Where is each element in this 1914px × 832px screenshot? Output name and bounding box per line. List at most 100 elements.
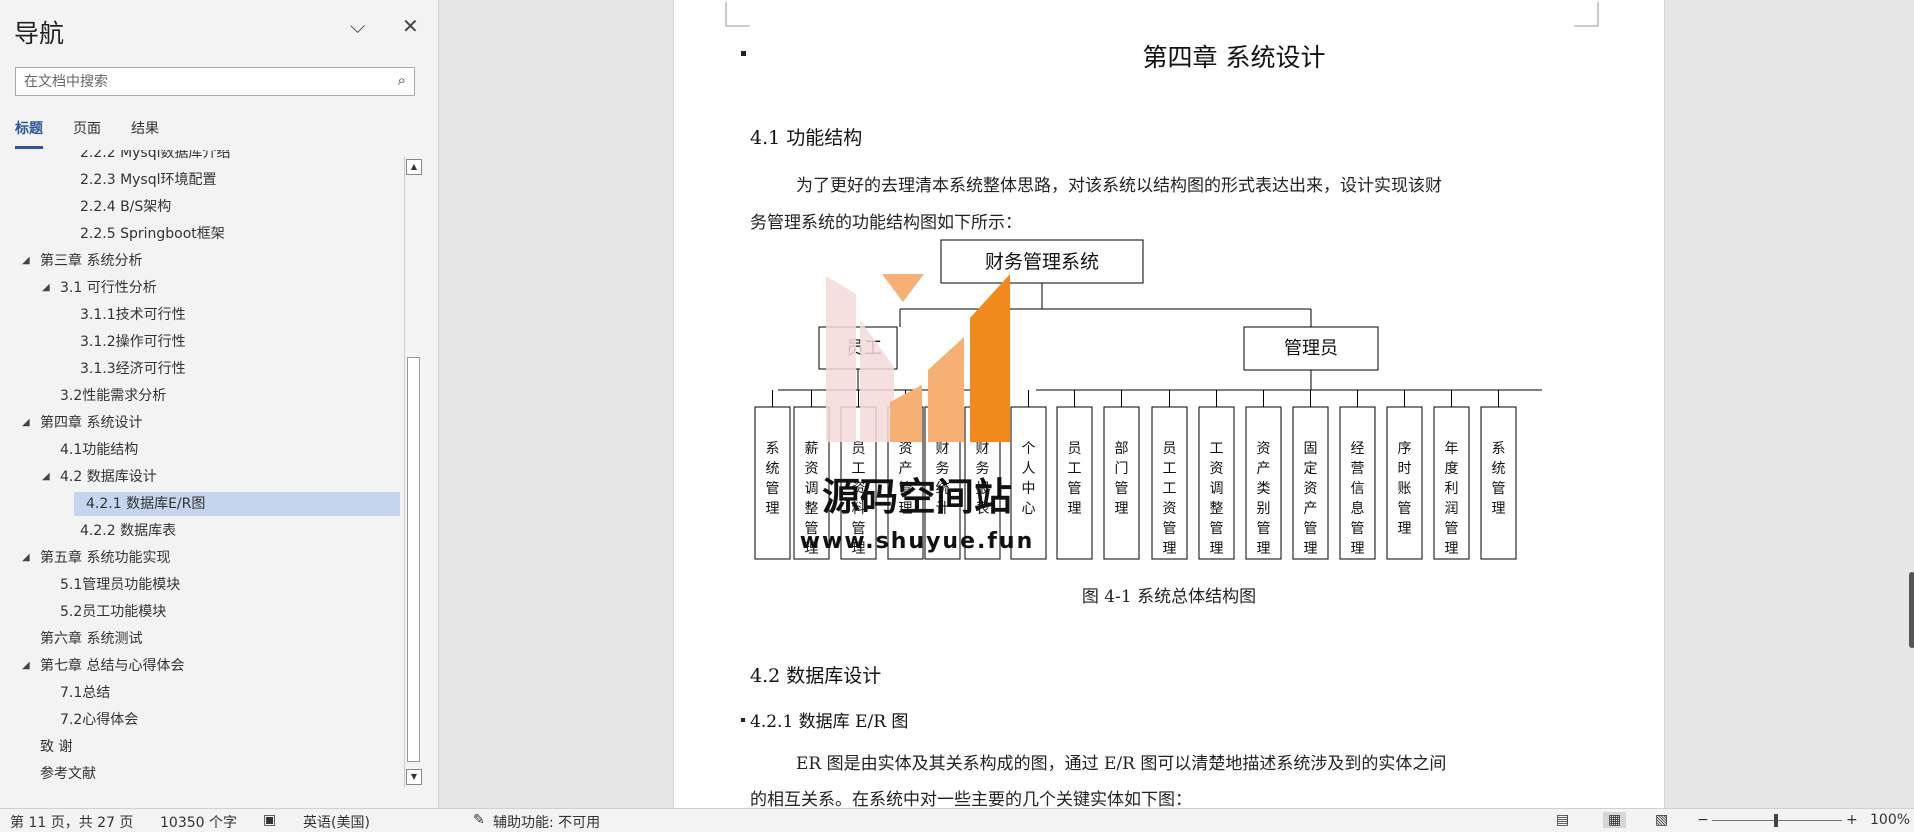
expand-caret-icon[interactable]: ◢	[42, 276, 52, 300]
nav-heading-item[interactable]: 2.2.5 Springboot框架	[0, 222, 404, 246]
nav-heading-item[interactable]: 4.2.2 数据库表	[0, 519, 404, 543]
watermark-bar	[890, 385, 922, 442]
watermark-bar	[970, 274, 1010, 442]
nav-heading-item[interactable]: 2.2.2 Mysql数据库介绍	[0, 150, 404, 165]
paragraph-2-line-2: 的相互关系。在系统中对一些主要的几个关键实体如下图：	[750, 790, 1192, 808]
nav-heading-label: 4.2.2 数据库表	[80, 523, 177, 539]
search-box: ⌕	[15, 67, 415, 96]
figure-caption: 图 4-1 系统总体结构图	[1082, 587, 1256, 607]
nav-heading-item[interactable]: 3.1.3经济可行性	[0, 357, 404, 381]
page-count[interactable]: 第 11 页，共 27 页	[10, 812, 133, 832]
nav-heading-item[interactable]: 7.1总结	[0, 681, 404, 705]
tab-results[interactable]: 结果	[131, 118, 159, 149]
paragraph-1-line-1: 为了更好的去理清本系统整体思路，对该系统以结构图的形式表达出来，设计实现该财	[796, 176, 1442, 196]
nav-heading-label: 第六章 系统测试	[40, 631, 143, 647]
nav-heading-label: 5.2员工功能模块	[60, 604, 167, 620]
nav-heading-label: 3.1 可行性分析	[60, 280, 157, 296]
word-count[interactable]: 10350 个字	[160, 812, 237, 832]
nav-heading-item[interactable]: 2.2.3 Mysql环境配置	[0, 168, 404, 192]
side-handle[interactable]	[1909, 572, 1914, 648]
proofing-icon[interactable]: ▣	[263, 812, 276, 828]
paragraph-1-line-2: 务管理系统的功能结构图如下所示：	[750, 213, 1022, 233]
nav-heading-item[interactable]: ◢ 第三章 系统分析	[0, 249, 404, 273]
nav-heading-item[interactable]: 2.2.4 B/S架构	[0, 195, 404, 219]
section-4-1-title: 4.1 功能结构	[750, 127, 862, 149]
nav-heading-item[interactable]: 第六章 系统测试	[0, 627, 404, 651]
zoom-level[interactable]: 100%	[1870, 812, 1910, 828]
nav-heading-label: 4.1功能结构	[60, 442, 139, 458]
chevron-down-icon[interactable]: ⌵	[350, 14, 365, 38]
expand-caret-icon[interactable]: ◢	[22, 654, 32, 678]
watermark-url: www.shuyue.fun	[800, 529, 1035, 554]
nav-title: 导航	[14, 19, 65, 48]
navigation-pane: 导航 ⌵ ✕ ⌕ 标题 页面 结果 2.2.2 Mysql数据库介绍 2.2.3 …	[0, 0, 439, 808]
section-4-2-1-title: 4.2.1 数据库 E/R 图	[750, 712, 908, 732]
print-layout-icon[interactable]: ▦	[1603, 812, 1627, 828]
tab-headings[interactable]: 标题	[15, 118, 43, 149]
nav-heading-item[interactable]: 致 谢	[0, 735, 404, 759]
expand-caret-icon[interactable]: ◢	[22, 546, 32, 570]
watermark-title: 源码空间站	[822, 475, 1012, 519]
search-input[interactable]	[16, 68, 392, 95]
page-content: 第四章 系统设计 4.1 功能结构 为了更好的去理清本系统整体思路，对该系统以结…	[725, 2, 1599, 808]
nav-heading-label: 3.1.3经济可行性	[80, 361, 186, 377]
nav-heading-label: 3.2性能需求分析	[60, 388, 167, 404]
nav-heading-item[interactable]: 4.2.1 数据库E/R图	[74, 492, 400, 516]
nav-heading-label: 第七章 总结与心得体会	[40, 658, 185, 674]
scroll-up-icon[interactable]: ▲	[406, 159, 422, 175]
watermark-bar	[928, 337, 964, 442]
scroll-down-icon[interactable]: ▼	[406, 769, 422, 785]
nav-heading-label: 2.2.3 Mysql环境配置	[80, 172, 217, 188]
section-4-2-title: 4.2 数据库设计	[750, 665, 881, 687]
nav-heading-item[interactable]: 参考文献	[0, 762, 404, 786]
admin-node-label: 管理员	[1284, 338, 1338, 359]
corner-mark-left	[725, 2, 750, 27]
nav-heading-item[interactable]: ◢ 第四章 系统设计	[0, 411, 404, 435]
expand-caret-icon[interactable]: ◢	[42, 465, 52, 489]
zoom-out-icon[interactable]: −	[1697, 812, 1709, 828]
bullet-mark	[741, 51, 746, 56]
nav-heading-label: 第四章 系统设计	[40, 415, 143, 431]
nav-heading-item[interactable]: 4.1功能结构	[0, 438, 404, 462]
nav-heading-item[interactable]: 5.1管理员功能模块	[0, 573, 404, 597]
tab-pages[interactable]: 页面	[73, 118, 101, 149]
watermark: 源码空间站 www.shuyue.fun	[800, 274, 1035, 554]
nav-heading-item[interactable]: 3.1.1技术可行性	[0, 303, 404, 327]
web-layout-icon[interactable]: ▧	[1655, 812, 1668, 828]
status-bar: 第 11 页，共 27 页 10350 个字 ▣ 英语(美国) ✎ 辅助功能: …	[0, 808, 1914, 832]
nav-heading-label: 致 谢	[40, 739, 73, 755]
search-icon[interactable]: ⌕	[398, 71, 406, 89]
heading-tree: 2.2.2 Mysql数据库介绍 2.2.3 Mysql环境配置 2.2.4 B/S…	[0, 150, 404, 792]
nav-heading-item[interactable]: ◢ 3.1 可行性分析	[0, 276, 404, 300]
scroll-thumb[interactable]	[407, 357, 420, 762]
nav-heading-label: 2.2.2 Mysql数据库介绍	[80, 150, 231, 161]
zoom-in-icon[interactable]: +	[1846, 812, 1858, 828]
nav-heading-label: 7.1总结	[60, 685, 111, 701]
corner-mark-right	[1574, 2, 1599, 27]
nav-heading-label: 第五章 系统功能实现	[40, 550, 171, 566]
accessibility-status[interactable]: 辅助功能: 不可用	[493, 812, 600, 832]
nav-heading-item[interactable]: ◢ 第五章 系统功能实现	[0, 546, 404, 570]
nav-heading-label: 3.1.1技术可行性	[80, 307, 186, 323]
nav-heading-item[interactable]: 3.2性能需求分析	[0, 384, 404, 408]
nav-heading-item[interactable]: 7.2心得体会	[0, 708, 404, 732]
document-area: 第四章 系统设计 4.1 功能结构 为了更好的去理清本系统整体思路，对该系统以结…	[439, 0, 1914, 808]
document-page[interactable]: 第四章 系统设计 4.1 功能结构 为了更好的去理清本系统整体思路，对该系统以结…	[673, 0, 1665, 808]
zoom-slider-thumb[interactable]	[1774, 814, 1778, 827]
accessibility-icon[interactable]: ✎	[473, 812, 485, 828]
nav-heading-item[interactable]: ◢ 第七章 总结与心得体会	[0, 654, 404, 678]
nav-scrollbar[interactable]: ▲ ▼	[404, 157, 423, 787]
close-icon[interactable]: ✕	[402, 14, 419, 38]
nav-heading-item[interactable]: 5.2员工功能模块	[0, 600, 404, 624]
nav-heading-label: 4.2 数据库设计	[60, 469, 157, 485]
nav-heading-label: 5.1管理员功能模块	[60, 577, 181, 593]
root-node-label: 财务管理系统	[985, 251, 1099, 273]
nav-heading-item[interactable]: 3.1.2操作可行性	[0, 330, 404, 354]
expand-caret-icon[interactable]: ◢	[22, 249, 32, 273]
expand-caret-icon[interactable]: ◢	[22, 411, 32, 435]
nav-heading-item[interactable]: ◢ 4.2 数据库设计	[0, 465, 404, 489]
nav-heading-label: 3.1.2操作可行性	[80, 334, 186, 350]
read-mode-icon[interactable]: ▤	[1556, 812, 1569, 828]
nav-heading-label: 7.2心得体会	[60, 712, 139, 728]
language[interactable]: 英语(美国)	[303, 812, 370, 832]
